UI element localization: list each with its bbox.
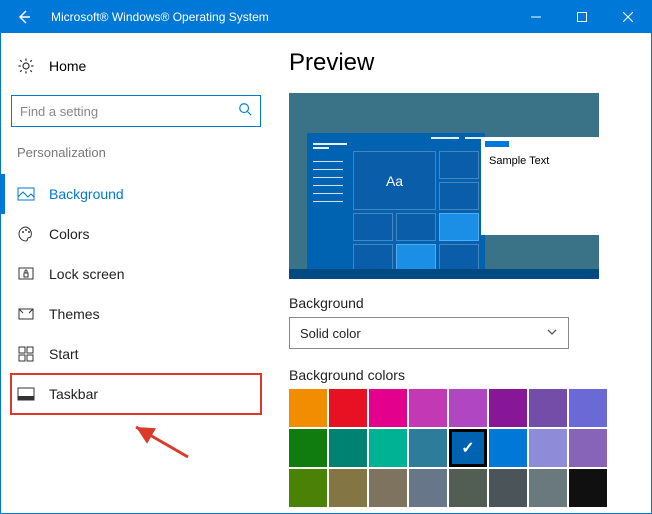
window-title: Microsoft® Windows® Operating System	[47, 10, 513, 24]
preview-sample-text: Sample Text	[481, 147, 599, 167]
search-icon	[238, 102, 252, 121]
colors-label: Background colors	[289, 367, 631, 383]
preview-start-menu: Aa	[307, 133, 485, 269]
close-icon	[623, 12, 633, 22]
nav-label: Themes	[49, 306, 100, 322]
palette-icon	[17, 225, 35, 243]
taskbar-icon	[17, 385, 35, 403]
picture-icon	[17, 185, 35, 203]
arrow-left-icon	[16, 9, 32, 25]
nav-label: Taskbar	[49, 386, 98, 402]
minimize-icon	[531, 12, 541, 22]
color-swatch[interactable]	[569, 469, 607, 507]
background-select[interactable]: Solid color	[289, 317, 569, 349]
color-swatch[interactable]	[409, 469, 447, 507]
search-box[interactable]	[11, 95, 261, 127]
color-swatch[interactable]	[289, 389, 327, 427]
color-swatch[interactable]	[569, 389, 607, 427]
preview-tile-aa: Aa	[353, 151, 436, 210]
section-label: Personalization	[17, 145, 261, 160]
color-swatch[interactable]	[329, 469, 367, 507]
color-swatch[interactable]	[529, 389, 567, 427]
nav-label: Background	[49, 186, 124, 202]
color-swatch[interactable]	[449, 429, 487, 467]
select-value: Solid color	[300, 326, 361, 341]
nav-label: Start	[49, 346, 79, 362]
home-label: Home	[49, 58, 86, 74]
home-button[interactable]: Home	[11, 51, 261, 81]
window-titlebar: Microsoft® Windows® Operating System	[1, 1, 651, 33]
back-button[interactable]	[1, 1, 47, 33]
gear-icon	[17, 57, 35, 75]
lockscreen-icon	[17, 265, 35, 283]
nav-item-themes[interactable]: Themes	[11, 294, 261, 334]
color-swatch[interactable]	[489, 469, 527, 507]
color-swatch[interactable]	[529, 429, 567, 467]
color-swatch[interactable]	[489, 389, 527, 427]
nav-item-taskbar[interactable]: Taskbar	[11, 374, 261, 414]
search-input[interactable]	[20, 104, 238, 119]
preview-pane: Aa Sample Text	[289, 93, 599, 279]
color-swatch[interactable]	[569, 429, 607, 467]
start-icon	[17, 345, 35, 363]
color-swatch[interactable]	[409, 429, 447, 467]
nav-label: Lock screen	[49, 266, 124, 282]
color-swatch[interactable]	[449, 389, 487, 427]
main-panel: Preview Aa Samp	[271, 33, 651, 513]
color-swatch[interactable]	[489, 429, 527, 467]
nav-item-lock-screen[interactable]: Lock screen	[11, 254, 261, 294]
color-swatch[interactable]	[369, 469, 407, 507]
maximize-button[interactable]	[559, 1, 605, 33]
color-swatch[interactable]	[329, 429, 367, 467]
color-swatch[interactable]	[329, 389, 367, 427]
color-swatch[interactable]	[289, 429, 327, 467]
background-label: Background	[289, 295, 631, 311]
nav-item-colors[interactable]: Colors	[11, 214, 261, 254]
sidebar: Home Personalization Background Colors L…	[1, 33, 271, 513]
minimize-button[interactable]	[513, 1, 559, 33]
color-swatch[interactable]	[369, 389, 407, 427]
color-swatch[interactable]	[449, 469, 487, 507]
themes-icon	[17, 305, 35, 323]
nav-item-background[interactable]: Background	[11, 174, 261, 214]
color-swatch-grid	[289, 389, 631, 507]
color-swatch[interactable]	[529, 469, 567, 507]
color-swatch[interactable]	[409, 389, 447, 427]
nav-label: Colors	[49, 226, 89, 242]
maximize-icon	[577, 12, 587, 22]
preview-window: Sample Text	[481, 137, 599, 235]
page-title: Preview	[289, 49, 631, 77]
color-swatch[interactable]	[289, 469, 327, 507]
nav-item-start[interactable]: Start	[11, 334, 261, 374]
chevron-down-icon	[546, 326, 558, 341]
close-button[interactable]	[605, 1, 651, 33]
nav-list: Background Colors Lock screen Themes Sta…	[11, 174, 261, 414]
color-swatch[interactable]	[369, 429, 407, 467]
